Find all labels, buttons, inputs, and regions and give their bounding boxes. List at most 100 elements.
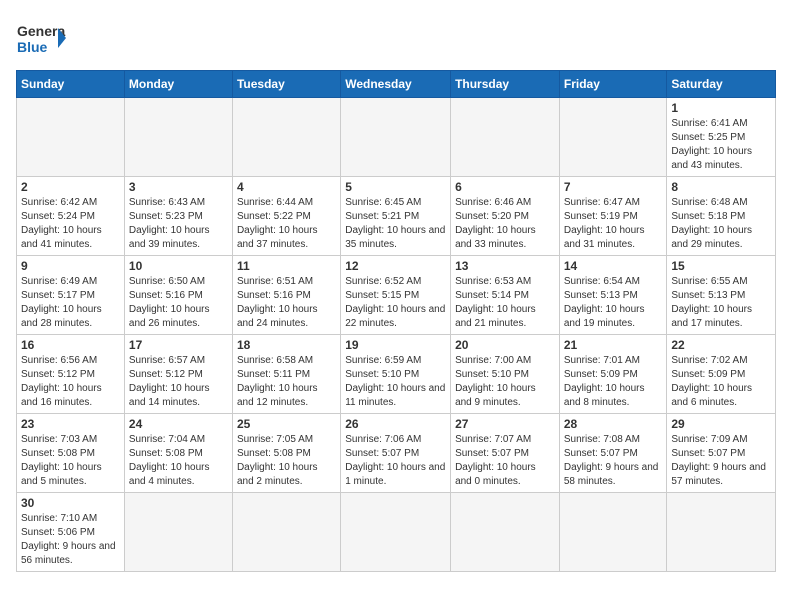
- day-number: 27: [455, 417, 555, 431]
- calendar-cell: 20 Sunrise: 7:00 AM Sunset: 5:10 PM Dayli…: [451, 335, 560, 414]
- day-number: 29: [671, 417, 771, 431]
- column-header-thursday: Thursday: [451, 71, 560, 98]
- calendar-week-row: 9Sunrise: 6:49 AM Sunset: 5:17 PM Daylig…: [17, 256, 776, 335]
- calendar-cell: [451, 493, 560, 572]
- column-header-wednesday: Wednesday: [341, 71, 451, 98]
- day-info: Sunrise: 7:03 AM Sunset: 5:08 PM Dayligh…: [21, 433, 120, 489]
- day-info: Sunrise: 7:04 AM Sunset: 5:08 PM Dayligh…: [129, 433, 228, 489]
- day-number: 14: [564, 259, 663, 273]
- calendar-cell: 13 Sunrise: 6:53 AM Sunset: 5:14 PM Dayli…: [451, 256, 560, 335]
- day-info: Sunrise: 6:41 AM Sunset: 5:25 PM Dayligh…: [671, 117, 771, 173]
- day-info: Sunrise: 7:06 AM Sunset: 5:07 PM Dayligh…: [345, 433, 446, 489]
- calendar-cell: 4Sunrise: 6:44 AM Sunset: 5:22 PM Daylig…: [232, 177, 340, 256]
- day-info: Sunrise: 6:54 AM Sunset: 5:13 PM Dayligh…: [564, 275, 663, 331]
- day-info: Sunrise: 6:52 AM Sunset: 5:15 PM Dayligh…: [345, 275, 446, 331]
- day-number: 20: [455, 338, 555, 352]
- day-info: Sunrise: 7:09 AM Sunset: 5:07 PM Dayligh…: [671, 433, 771, 489]
- day-number: 22: [671, 338, 771, 352]
- calendar-cell: [124, 493, 232, 572]
- day-info: Sunrise: 7:02 AM Sunset: 5:09 PM Dayligh…: [671, 354, 771, 410]
- calendar-cell: [559, 98, 667, 177]
- calendar-cell: 3 Sunrise: 6:43 AM Sunset: 5:23 PM Daylig…: [124, 177, 232, 256]
- day-number: 8: [671, 180, 771, 194]
- calendar-cell: 27 Sunrise: 7:07 AM Sunset: 5:07 PM Dayli…: [451, 414, 560, 493]
- calendar-week-row: 2Sunrise: 6:42 AM Sunset: 5:24 PM Daylig…: [17, 177, 776, 256]
- column-header-saturday: Saturday: [667, 71, 776, 98]
- column-header-tuesday: Tuesday: [232, 71, 340, 98]
- calendar-cell: [232, 493, 340, 572]
- day-number: 26: [345, 417, 446, 431]
- day-number: 6: [455, 180, 555, 194]
- calendar-cell: 18Sunrise: 6:58 AM Sunset: 5:11 PM Dayli…: [232, 335, 340, 414]
- calendar-cell: 30 Sunrise: 7:10 AM Sunset: 5:06 PM Dayli…: [17, 493, 125, 572]
- column-header-friday: Friday: [559, 71, 667, 98]
- calendar-cell: 28 Sunrise: 7:08 AM Sunset: 5:07 PM Dayli…: [559, 414, 667, 493]
- calendar-cell: [451, 98, 560, 177]
- day-number: 11: [237, 259, 336, 273]
- calendar-cell: 6 Sunrise: 6:46 AM Sunset: 5:20 PM Daylig…: [451, 177, 560, 256]
- day-number: 30: [21, 496, 120, 510]
- day-info: Sunrise: 6:53 AM Sunset: 5:14 PM Dayligh…: [455, 275, 555, 331]
- day-number: 5: [345, 180, 446, 194]
- calendar-week-row: 23 Sunrise: 7:03 AM Sunset: 5:08 PM Dayli…: [17, 414, 776, 493]
- day-number: 17: [129, 338, 228, 352]
- calendar-cell: 2Sunrise: 6:42 AM Sunset: 5:24 PM Daylig…: [17, 177, 125, 256]
- day-info: Sunrise: 6:51 AM Sunset: 5:16 PM Dayligh…: [237, 275, 336, 331]
- calendar-cell: [17, 98, 125, 177]
- calendar-table: SundayMondayTuesdayWednesdayThursdayFrid…: [16, 70, 776, 572]
- calendar-cell: 23 Sunrise: 7:03 AM Sunset: 5:08 PM Dayli…: [17, 414, 125, 493]
- calendar-cell: [559, 493, 667, 572]
- calendar-cell: [341, 98, 451, 177]
- day-number: 1: [671, 101, 771, 115]
- calendar-cell: 12 Sunrise: 6:52 AM Sunset: 5:15 PM Dayli…: [341, 256, 451, 335]
- day-number: 7: [564, 180, 663, 194]
- day-info: Sunrise: 7:10 AM Sunset: 5:06 PM Dayligh…: [21, 512, 120, 568]
- day-number: 23: [21, 417, 120, 431]
- day-number: 15: [671, 259, 771, 273]
- day-info: Sunrise: 6:56 AM Sunset: 5:12 PM Dayligh…: [21, 354, 120, 410]
- svg-text:Blue: Blue: [17, 39, 48, 55]
- day-info: Sunrise: 7:05 AM Sunset: 5:08 PM Dayligh…: [237, 433, 336, 489]
- calendar-cell: 9Sunrise: 6:49 AM Sunset: 5:17 PM Daylig…: [17, 256, 125, 335]
- day-info: Sunrise: 6:43 AM Sunset: 5:23 PM Dayligh…: [129, 196, 228, 252]
- day-info: Sunrise: 7:07 AM Sunset: 5:07 PM Dayligh…: [455, 433, 555, 489]
- calendar-cell: 17Sunrise: 6:57 AM Sunset: 5:12 PM Dayli…: [124, 335, 232, 414]
- calendar-cell: 25 Sunrise: 7:05 AM Sunset: 5:08 PM Dayli…: [232, 414, 340, 493]
- column-header-sunday: Sunday: [17, 71, 125, 98]
- day-number: 3: [129, 180, 228, 194]
- day-number: 28: [564, 417, 663, 431]
- day-number: 25: [237, 417, 336, 431]
- day-number: 2: [21, 180, 120, 194]
- calendar-week-row: 1 Sunrise: 6:41 AM Sunset: 5:25 PM Daylig…: [17, 98, 776, 177]
- day-info: Sunrise: 7:08 AM Sunset: 5:07 PM Dayligh…: [564, 433, 663, 489]
- day-info: Sunrise: 6:48 AM Sunset: 5:18 PM Dayligh…: [671, 196, 771, 252]
- calendar-cell: 29 Sunrise: 7:09 AM Sunset: 5:07 PM Dayli…: [667, 414, 776, 493]
- calendar-week-row: 30 Sunrise: 7:10 AM Sunset: 5:06 PM Dayli…: [17, 493, 776, 572]
- day-info: Sunrise: 6:50 AM Sunset: 5:16 PM Dayligh…: [129, 275, 228, 331]
- calendar-cell: [667, 493, 776, 572]
- calendar-cell: 19Sunrise: 6:59 AM Sunset: 5:10 PM Dayli…: [341, 335, 451, 414]
- calendar-cell: [124, 98, 232, 177]
- calendar-header-row: SundayMondayTuesdayWednesdayThursdayFrid…: [17, 71, 776, 98]
- day-number: 16: [21, 338, 120, 352]
- calendar-cell: 8 Sunrise: 6:48 AM Sunset: 5:18 PM Daylig…: [667, 177, 776, 256]
- day-info: Sunrise: 6:46 AM Sunset: 5:20 PM Dayligh…: [455, 196, 555, 252]
- logo-svg: General Blue: [16, 16, 66, 60]
- day-number: 9: [21, 259, 120, 273]
- day-number: 12: [345, 259, 446, 273]
- header: General Blue: [16, 16, 776, 60]
- calendar-cell: 26 Sunrise: 7:06 AM Sunset: 5:07 PM Dayli…: [341, 414, 451, 493]
- day-info: Sunrise: 7:01 AM Sunset: 5:09 PM Dayligh…: [564, 354, 663, 410]
- logo: General Blue: [16, 16, 66, 60]
- column-header-monday: Monday: [124, 71, 232, 98]
- calendar-cell: 11 Sunrise: 6:51 AM Sunset: 5:16 PM Dayli…: [232, 256, 340, 335]
- calendar-cell: 10Sunrise: 6:50 AM Sunset: 5:16 PM Dayli…: [124, 256, 232, 335]
- day-info: Sunrise: 7:00 AM Sunset: 5:10 PM Dayligh…: [455, 354, 555, 410]
- day-number: 13: [455, 259, 555, 273]
- calendar-cell: 16 Sunrise: 6:56 AM Sunset: 5:12 PM Dayli…: [17, 335, 125, 414]
- day-info: Sunrise: 6:55 AM Sunset: 5:13 PM Dayligh…: [671, 275, 771, 331]
- calendar-cell: 21Sunrise: 7:01 AM Sunset: 5:09 PM Dayli…: [559, 335, 667, 414]
- calendar-cell: [341, 493, 451, 572]
- day-info: Sunrise: 6:47 AM Sunset: 5:19 PM Dayligh…: [564, 196, 663, 252]
- day-number: 19: [345, 338, 446, 352]
